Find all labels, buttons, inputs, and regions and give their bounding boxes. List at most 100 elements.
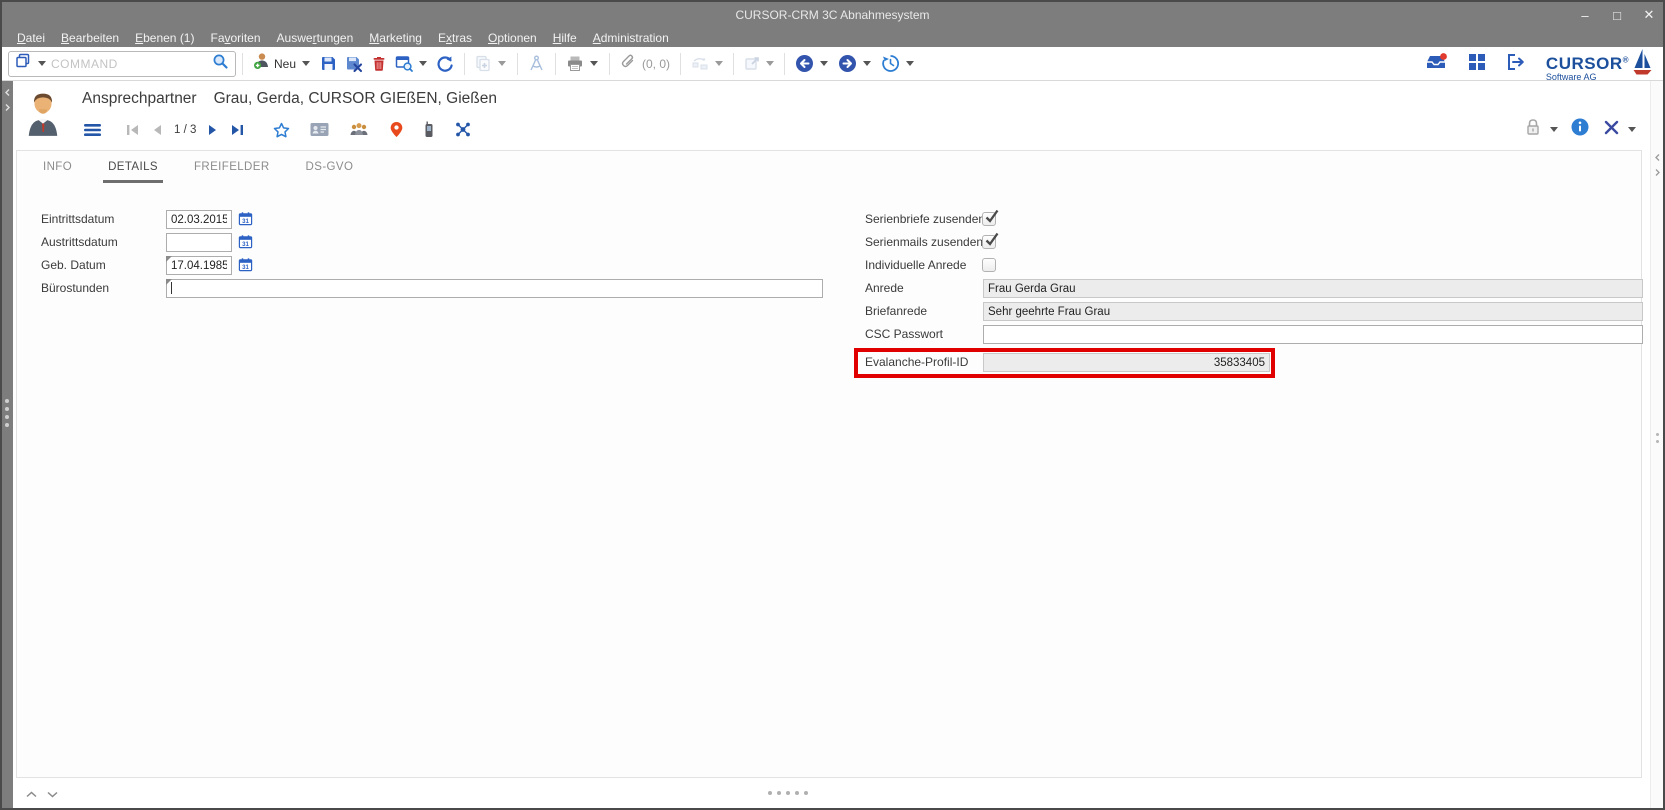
contact-card-icon[interactable] <box>305 120 334 139</box>
menu-marketing[interactable]: Marketing <box>362 31 429 45</box>
tab-info[interactable]: INFO <box>38 159 77 183</box>
geb-datum-input[interactable] <box>166 256 232 275</box>
first-record-button[interactable] <box>120 121 145 139</box>
csc-passwort-input[interactable] <box>983 325 1643 344</box>
eintrittsdatum-input[interactable] <box>166 210 232 229</box>
tab-dsgvo[interactable]: DS-GVO <box>301 159 359 183</box>
lock-icon[interactable] <box>1525 118 1541 141</box>
last-record-button[interactable] <box>225 121 250 139</box>
info-icon[interactable] <box>1571 118 1589 141</box>
menu-bearbeiten[interactable]: Bearbeiten <box>54 31 126 45</box>
open-external-button[interactable] <box>740 53 764 75</box>
tab-details[interactable]: DETAILS <box>103 159 163 183</box>
command-scope-caret[interactable] <box>38 61 46 66</box>
inbox-icon[interactable] <box>1424 52 1448 77</box>
scroll-down-icon[interactable] <box>46 786 59 804</box>
close-record-caret[interactable] <box>1628 127 1636 132</box>
app-window: CURSOR-CRM 3C Abnahmesystem – □ ✕ Datei … <box>0 0 1665 810</box>
maximize-button[interactable]: □ <box>1609 8 1625 23</box>
compass-button[interactable] <box>524 52 549 75</box>
details-panel: INFO DETAILS FREIFELDER DS-GVO Eintritts… <box>16 150 1642 778</box>
anrede-input[interactable] <box>983 279 1643 298</box>
save-discard-button[interactable] <box>341 52 367 75</box>
tab-freifelder[interactable]: FREIFELDER <box>189 159 275 183</box>
copy-record-caret[interactable] <box>498 61 506 66</box>
history-button[interactable] <box>877 51 904 76</box>
menu-auswertungen[interactable]: Auswertungen <box>270 31 361 45</box>
people-group-icon[interactable] <box>344 120 374 139</box>
collapse-left-icon[interactable] <box>3 88 12 97</box>
attachments-button[interactable]: (0, 0) <box>616 50 674 77</box>
menu-administration[interactable]: Administration <box>586 31 676 45</box>
close-button[interactable]: ✕ <box>1641 7 1657 23</box>
serienmails-checkbox[interactable] <box>982 235 996 249</box>
print-caret[interactable] <box>590 61 598 66</box>
menu-favoriten[interactable]: Favoriten <box>203 31 267 45</box>
print-button[interactable] <box>562 52 588 75</box>
austrittsdatum-input[interactable] <box>166 233 232 252</box>
field-label-geb-datum: Geb. Datum <box>41 256 106 275</box>
menu-optionen[interactable]: Optionen <box>481 31 544 45</box>
scroll-up-icon[interactable] <box>25 786 38 804</box>
buerostunden-input[interactable] <box>166 279 823 298</box>
menu-hilfe[interactable]: Hilfe <box>546 31 584 45</box>
menu-datei[interactable]: Datei <box>10 31 52 45</box>
save-button[interactable] <box>316 52 341 75</box>
collapse-right-icon[interactable] <box>1653 153 1662 162</box>
forward-caret[interactable] <box>863 61 871 66</box>
menu-ebenen[interactable]: Ebenen (1) <box>128 31 201 45</box>
calendar-icon[interactable]: 31 <box>238 211 254 227</box>
bottom-splitter-handle[interactable] <box>768 791 808 795</box>
workflow-caret[interactable] <box>715 61 723 66</box>
field-label-csc-passwort: CSC Passwort <box>865 325 943 344</box>
calendar-icon[interactable]: 31 <box>238 257 254 273</box>
new-record-button[interactable]: Neu <box>249 49 300 78</box>
favorite-star-icon[interactable] <box>268 120 295 140</box>
calendar-icon[interactable]: 31 <box>238 234 254 250</box>
table-search-button[interactable] <box>391 52 417 75</box>
copy-record-button[interactable] <box>471 52 496 75</box>
table-search-caret[interactable] <box>419 61 427 66</box>
tiles-icon[interactable] <box>1468 53 1486 76</box>
next-record-button[interactable] <box>202 121 225 139</box>
evalanche-profil-id-input[interactable] <box>983 353 1270 372</box>
serienbriefe-checkbox[interactable] <box>982 212 996 226</box>
field-label-anrede: Anrede <box>865 279 904 298</box>
svg-text:31: 31 <box>242 264 249 271</box>
previous-record-button[interactable] <box>145 121 168 139</box>
person-add-icon <box>253 52 271 75</box>
expand-right-icon[interactable] <box>1653 168 1662 177</box>
close-record-icon[interactable] <box>1604 120 1619 140</box>
field-label-serienbriefe: Serienbriefe zusenden <box>865 210 985 229</box>
new-record-caret[interactable] <box>302 61 310 66</box>
left-splitter-handle[interactable] <box>5 399 9 427</box>
right-splitter-handle[interactable] <box>1656 433 1659 443</box>
window-copy-icon[interactable] <box>15 53 31 74</box>
history-caret[interactable] <box>906 61 914 66</box>
phone-icon[interactable] <box>419 119 439 140</box>
hamburger-menu-icon[interactable] <box>79 121 106 139</box>
briefanrede-input[interactable] <box>983 302 1643 321</box>
paperclip-icon <box>620 53 636 74</box>
command-input[interactable] <box>51 57 207 71</box>
entity-header: Ansprechpartner Grau, Gerda, CURSOR GIEß… <box>13 81 1650 150</box>
delete-button[interactable] <box>367 52 391 75</box>
relations-network-icon[interactable] <box>449 119 477 140</box>
command-box[interactable] <box>8 51 236 77</box>
forward-button[interactable] <box>834 51 861 76</box>
tab-bar: INFO DETAILS FREIFELDER DS-GVO <box>38 159 358 183</box>
refresh-button[interactable] <box>432 52 458 76</box>
workflow-button[interactable] <box>687 52 713 75</box>
back-button[interactable] <box>791 51 818 76</box>
open-external-caret[interactable] <box>766 61 774 66</box>
minimize-button[interactable]: – <box>1577 8 1593 23</box>
expand-left-icon[interactable] <box>3 103 12 112</box>
menu-extras[interactable]: Extras <box>431 31 479 45</box>
individuelle-anrede-checkbox[interactable] <box>982 258 996 272</box>
search-icon[interactable] <box>212 53 229 75</box>
location-pin-icon[interactable] <box>384 118 409 141</box>
lock-caret[interactable] <box>1550 127 1558 132</box>
back-caret[interactable] <box>820 61 828 66</box>
modified-marker <box>166 256 172 262</box>
logout-icon[interactable] <box>1506 53 1526 76</box>
